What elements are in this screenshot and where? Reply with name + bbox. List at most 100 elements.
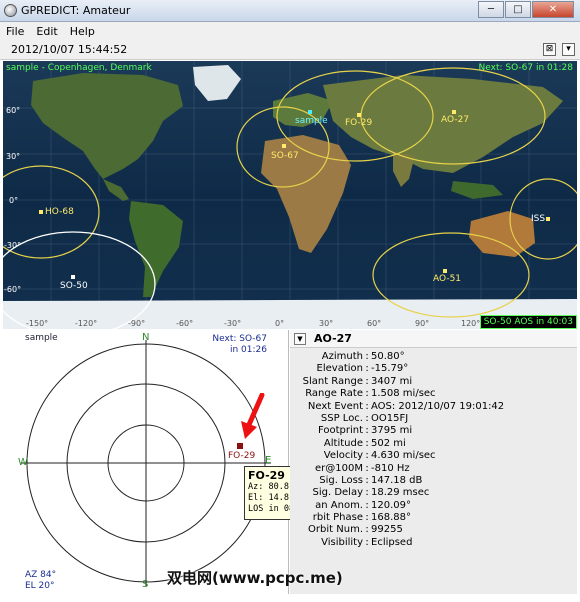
- details-key: Visibility: [321, 536, 363, 548]
- details-row: Slant Range:3407 mi: [290, 376, 577, 388]
- satellite-select-dropdown[interactable]: ▼: [294, 333, 306, 345]
- minimize-button[interactable]: ─: [478, 1, 504, 18]
- details-value: 502 mi: [371, 437, 406, 449]
- sat-label-ao51[interactable]: AO-51: [433, 274, 461, 284]
- details-table: Azimuth:50.80° Elevation: -15.79° Slant R…: [290, 351, 577, 549]
- details-value: 4.630 mi/sec: [371, 450, 436, 462]
- map-aos-label: SO-50 AOS in 40:03: [479, 315, 577, 329]
- details-row: Sig. Delay:18.29 msec: [290, 487, 577, 499]
- details-row: Orbit Num.:99255: [290, 524, 577, 536]
- fo29-position-marker: [237, 443, 243, 449]
- details-key: Altitude: [323, 437, 363, 449]
- sat-marker-ho68[interactable]: [39, 210, 43, 214]
- time-controller-icon[interactable]: ⊠: [543, 43, 556, 56]
- satellite-details-panel: ▼ AO-27 Azimuth:50.80° Elevation: -15.79°…: [290, 330, 577, 594]
- polar-next-line1: Next: SO-67: [212, 334, 267, 344]
- details-row: Range Rate:1.508 mi/sec: [290, 388, 577, 400]
- sat-marker-fo29[interactable]: [357, 113, 361, 117]
- details-value: 120.09°: [371, 499, 411, 511]
- polar-plot: [21, 340, 271, 586]
- details-row: Visibility: Eclipsed: [290, 537, 577, 549]
- details-value: 3795 mi: [371, 425, 413, 437]
- lon-label: -60°: [176, 319, 194, 328]
- details-row: Footprint:3795 mi: [290, 425, 577, 437]
- current-datetime: 2012/10/07 15:44:52: [11, 43, 128, 56]
- sat-marker-ao27[interactable]: [452, 110, 456, 114]
- details-value: -15.79°: [371, 363, 409, 375]
- details-key: SSP Loc.: [320, 412, 363, 424]
- lat-label: 30°: [6, 152, 21, 161]
- polar-el-readout: EL 20°: [25, 581, 55, 591]
- lon-label: 30°: [319, 319, 334, 328]
- close-button[interactable]: ✕: [532, 1, 574, 18]
- window-title: GPREDICT: Amateur: [21, 4, 131, 17]
- ground-station-marker: [308, 110, 312, 114]
- details-row: SSP Loc.: OO15FJ: [290, 413, 577, 425]
- details-row: an Anom.:120.09°: [290, 500, 577, 512]
- details-key: er@100M: [315, 462, 363, 474]
- sat-label-iss[interactable]: ISS: [531, 214, 545, 224]
- details-value: -810 Hz: [371, 462, 410, 474]
- details-row: Elevation: -15.79°: [290, 363, 577, 375]
- world-map[interactable]: sample - Copenhagen, Denmark Next: SO-67…: [3, 61, 577, 329]
- sat-marker-so67[interactable]: [282, 144, 286, 148]
- details-key: rbit Phase: [312, 512, 363, 524]
- menu-bar: File Edit Help: [0, 22, 580, 40]
- maximize-button[interactable]: □: [505, 1, 531, 18]
- details-value: Eclipsed: [371, 536, 413, 548]
- sat-marker-ao51[interactable]: [443, 269, 447, 273]
- details-value: 18.29 msec: [371, 487, 430, 499]
- window-controls: ─ □ ✕: [478, 1, 574, 18]
- details-value: 99255: [371, 524, 403, 536]
- compass-north: N: [142, 332, 150, 343]
- sat-label-so67[interactable]: SO-67: [271, 151, 299, 161]
- compass-west: W: [18, 457, 28, 468]
- polar-az-readout: AZ 84°: [25, 570, 57, 580]
- sat-label-fo29[interactable]: FO-29: [345, 118, 372, 128]
- details-key: Orbit Num.: [308, 524, 363, 536]
- sat-label-ao27[interactable]: AO-27: [441, 115, 469, 125]
- compass-east: E: [265, 455, 272, 466]
- details-key: Next Event: [307, 400, 363, 412]
- lon-label: 120°: [461, 319, 481, 328]
- menu-file[interactable]: File: [6, 25, 24, 38]
- lon-label: -30°: [224, 319, 242, 328]
- map-location-label: sample - Copenhagen, Denmark: [6, 63, 152, 73]
- lon-label: -150°: [26, 319, 49, 328]
- details-satellite-name: AO-27: [314, 332, 352, 345]
- details-header: ▼ AO-27: [290, 330, 577, 348]
- details-row: Velocity:4.630 mi/sec: [290, 450, 577, 462]
- details-key: an Anom.: [315, 499, 363, 511]
- details-value: 168.88°: [371, 512, 411, 524]
- lon-label: 60°: [367, 319, 382, 328]
- module-menu-icon[interactable]: ▾: [562, 43, 575, 56]
- menu-help[interactable]: Help: [70, 25, 95, 38]
- details-value: 50.80°: [371, 351, 405, 362]
- details-value: 3407 mi: [371, 375, 413, 387]
- details-key: Footprint: [317, 425, 363, 437]
- details-value: 1.508 mi/sec: [371, 388, 436, 400]
- details-key: Sig. Delay: [312, 487, 363, 499]
- sat-marker-so50[interactable]: [71, 275, 75, 279]
- red-arrow-icon: [241, 393, 265, 439]
- polar-sat-label[interactable]: FO-29: [228, 451, 255, 461]
- details-value: AOS: 2012/10/07 19:01:42: [371, 400, 505, 412]
- details-key: Range Rate: [305, 388, 363, 400]
- polar-next-line2: in 01:26: [229, 345, 267, 355]
- app-icon: [4, 4, 17, 17]
- lon-label: -120°: [75, 319, 98, 328]
- map-next-label: Next: SO-67 in 01:28: [478, 63, 573, 73]
- lon-label: -90°: [128, 319, 146, 328]
- lon-label: 90°: [415, 319, 430, 328]
- lat-label: -60°: [4, 285, 22, 294]
- lat-label: -30°: [4, 241, 22, 250]
- polar-view[interactable]: sample Next: SO-67 in 01:26 N S E W FO-2…: [3, 330, 289, 594]
- menu-edit[interactable]: Edit: [36, 25, 57, 38]
- sat-label-ho68[interactable]: HO-68: [45, 207, 74, 217]
- details-key: Azimuth: [321, 351, 363, 362]
- ground-station-label: sample: [295, 116, 328, 126]
- sat-label-so50[interactable]: SO-50: [60, 281, 88, 291]
- sat-marker-iss[interactable]: [546, 217, 550, 221]
- details-row: Azimuth:50.80°: [290, 351, 577, 363]
- details-row: er@100M: -810 Hz: [290, 463, 577, 475]
